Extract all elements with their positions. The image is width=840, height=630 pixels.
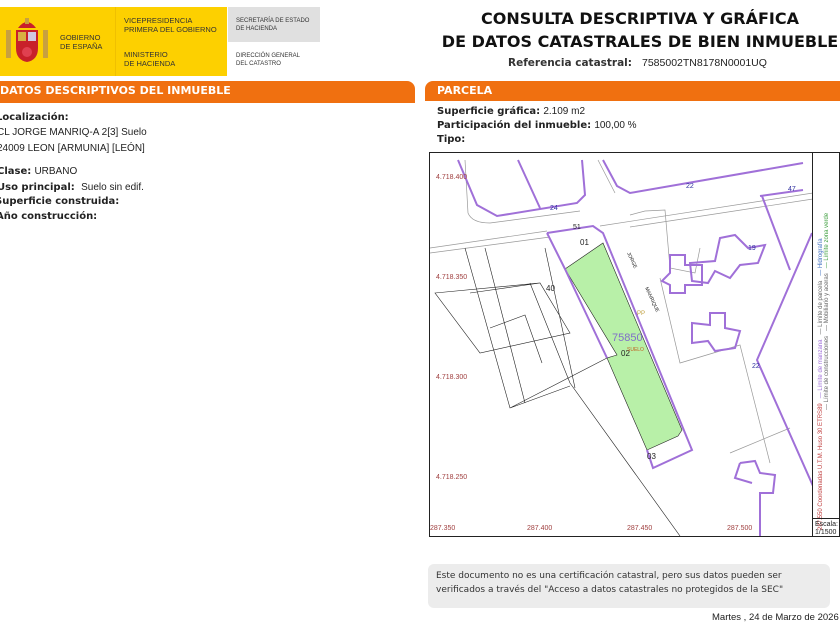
vice-line1: VICEPRESIDENCIA: [124, 16, 193, 25]
datos-heading: DATOS DESCRIPTIVOS DEL INMUEBLE: [0, 81, 415, 103]
scale-value: 1/1500: [815, 529, 837, 536]
y-tick: 4.718.400: [436, 174, 467, 181]
page-title-line2: DE DATOS CATASTRALES DE BIEN INMUEBLE: [441, 32, 839, 51]
parcela-heading: PARCELA: [425, 81, 840, 101]
suelo-label: SUELO: [627, 347, 644, 353]
map-label-24: 24: [550, 205, 558, 212]
map-label-19: 19: [748, 245, 756, 252]
localizacion-label: Localización:: [0, 112, 69, 123]
map-label-47: 47: [788, 186, 796, 193]
map-label-22b: 22: [752, 363, 760, 370]
x-tick: 287.450: [627, 525, 652, 532]
date: Martes , 24 de Marzo de 2026: [712, 612, 839, 623]
uso-value: Suelo sin edif.: [81, 182, 144, 193]
superficie-grafica-label: Superficie gráfica:: [437, 106, 541, 117]
legend-coords: 287.550 Coordenadas U.T.M. Huso 30 ETRS8…: [818, 403, 824, 530]
direccion-line1: DIRECCIÓN GENERAL: [236, 53, 301, 59]
scale-label: Escala:: [815, 521, 838, 528]
legend-item: — Límite zona verde: [824, 212, 830, 269]
map-label-01: 01: [580, 238, 589, 247]
anio-construccion-label: Año construcción:: [0, 211, 98, 222]
street-label: JORGE: [625, 251, 638, 270]
uso-label: Uso principal:: [0, 182, 75, 193]
y-tick: 4.718.250: [436, 474, 467, 481]
gov-line1: GOBIERNO: [60, 33, 101, 42]
cadastral-map[interactable]: 4.718.400 4.718.350 4.718.300 4.718.250 …: [429, 152, 840, 537]
ministry-line1: MINISTERIO: [124, 50, 168, 59]
map-label-51: 51: [573, 224, 581, 231]
participacion-value: 100,00 %: [594, 120, 637, 131]
pp-label: PP: [637, 311, 645, 317]
y-tick: 4.718.350: [436, 274, 467, 281]
disclaimer-note: Este documento no es una certificación c…: [428, 564, 830, 608]
ministry-line2: DE HACIENDA: [124, 59, 176, 68]
vice-line2: PRIMERA DEL GOBIERNO: [124, 25, 217, 34]
superficie-grafica-value: 2.109 m2: [543, 106, 586, 117]
parcel-id-label: 75850: [612, 332, 643, 344]
superficie-construida-label: Superficie construida:: [0, 196, 120, 207]
secretaria-line2: DE HACIENDA: [236, 26, 278, 32]
x-tick: 287.350: [430, 525, 455, 532]
y-tick: 4.718.300: [436, 374, 467, 381]
ref-label: Referencia catastral:: [508, 57, 632, 69]
parcel-shape[interactable]: [564, 242, 683, 451]
legend-item: — Límite de construcciones: [824, 335, 830, 410]
clase-value: URBANO: [34, 166, 78, 177]
coat-of-arms-icon: [4, 16, 50, 64]
address-line2: 24009 LEON [ARMUNIA] [LEÓN]: [0, 143, 145, 154]
legend-item: — Mobiliario y aceras: [824, 273, 830, 331]
map-label-22: 22: [686, 183, 694, 190]
clase-label: Clase:: [0, 166, 32, 177]
page-title-line1: CONSULTA DESCRIPTIVA Y GRÁFICA: [480, 9, 799, 28]
participacion-label: Participación del inmueble:: [437, 120, 592, 131]
ref-value: 7585002TN8178N0001UQ: [642, 57, 767, 69]
x-tick: 287.500: [727, 525, 752, 532]
map-label-03: 03: [647, 452, 656, 461]
map-legend: 287.550 Coordenadas U.T.M. Huso 30 ETRS8…: [818, 213, 830, 530]
map-label-40: 40: [546, 284, 555, 293]
address-line1: CL JORGE MANRIQ-A 2[3] Suelo: [0, 127, 147, 138]
gov-line2: DE ESPAÑA: [60, 42, 103, 51]
street-label: MANRIQUE: [643, 286, 660, 314]
tipo-label: Tipo:: [437, 134, 466, 145]
x-tick: 287.400: [527, 525, 552, 532]
secretaria-line1: SECRETARÍA DE ESTADO: [236, 18, 310, 24]
direccion-line2: DEL CATASTRO: [236, 61, 281, 67]
